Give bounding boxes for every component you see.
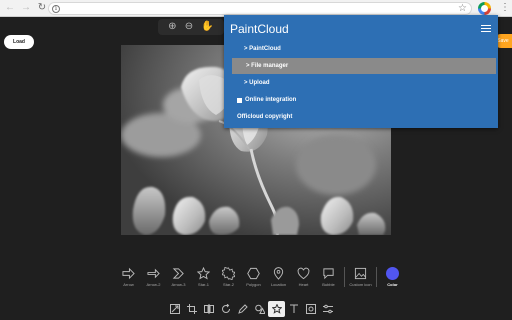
forward-icon[interactable]: → <box>20 2 32 14</box>
browser-menu-icon[interactable]: ⋮ <box>500 3 510 13</box>
shape-label: Star-1 <box>198 282 209 287</box>
heart-icon <box>297 267 310 280</box>
shape-label: Arrow-3 <box>171 282 186 287</box>
shape-label: Star-2 <box>223 282 234 287</box>
pencil-icon <box>237 304 248 314</box>
image-icon <box>354 267 367 280</box>
menu-item-label: Officloud copyright <box>237 114 293 120</box>
arrow-icon <box>122 267 135 280</box>
tool-text[interactable] <box>285 301 302 317</box>
save-label: Save <box>497 38 509 44</box>
shape-arrow-2[interactable]: Arrow-2 <box>141 267 166 287</box>
hamburger-icon[interactable] <box>481 25 491 32</box>
zoom-controls: ⊕ ⊖ ✋ <box>158 19 224 35</box>
bookmark-star-icon[interactable]: ☆ <box>458 3 467 15</box>
shape-star-2[interactable]: Star-2 <box>216 267 241 287</box>
menu-title: PaintCloud <box>230 22 289 36</box>
color-label: Color <box>387 282 398 287</box>
bubble-icon <box>323 268 334 280</box>
tool-filter[interactable] <box>319 301 336 317</box>
shape-bubble[interactable]: Bubble <box>316 267 341 287</box>
shape-polygon[interactable]: Polygon <box>241 267 266 287</box>
shape-label: Arrow <box>123 282 134 287</box>
shape-label: Polygon <box>246 282 261 287</box>
shapes-divider <box>344 267 345 287</box>
resize-icon <box>169 304 180 314</box>
menu-item-label: > Upload <box>244 80 270 86</box>
text-icon <box>289 304 298 313</box>
star-1-icon <box>197 267 210 280</box>
crop-icon <box>186 304 197 314</box>
star-tool-icon <box>271 304 282 314</box>
location-icon <box>273 267 284 280</box>
tool-mask[interactable] <box>302 301 319 317</box>
menu-item-online-integration[interactable]: Online integration <box>230 92 496 108</box>
menu-item-label: > PaintCloud <box>244 46 281 52</box>
tool-flip[interactable] <box>200 301 217 317</box>
menu-item-label: Online integration <box>245 97 297 103</box>
shape-location[interactable]: Location <box>266 267 291 287</box>
menu-item-copyright[interactable]: Officloud copyright <box>230 109 496 125</box>
paintcloud-menu: PaintCloud > PaintCloud > File manager >… <box>224 15 498 128</box>
tool-shape[interactable] <box>251 301 268 317</box>
shape-star-1[interactable]: Star-1 <box>191 267 216 287</box>
load-button[interactable]: Load <box>4 35 34 49</box>
hand-pan-icon[interactable]: ✋ <box>201 22 213 32</box>
reload-icon[interactable]: ↻ <box>36 2 48 14</box>
shapes-divider <box>376 267 377 287</box>
shape-label: Custom icon <box>349 282 372 287</box>
info-icon[interactable]: i <box>52 4 60 13</box>
main-tools-bar <box>166 301 336 317</box>
address-bar[interactable]: i ☆ <box>48 2 472 15</box>
shape-label: Heart <box>298 282 309 287</box>
menu-item-paintcloud[interactable]: > PaintCloud <box>230 41 496 57</box>
tool-icon[interactable] <box>268 301 285 317</box>
filter-sliders-icon <box>322 304 333 314</box>
shape-label: Bubble <box>322 282 335 287</box>
menu-item-upload[interactable]: > Upload <box>230 75 496 91</box>
shape-label: Location <box>270 282 287 287</box>
color-swatch <box>386 267 399 280</box>
shape-icon <box>254 304 265 314</box>
tool-draw[interactable] <box>234 301 251 317</box>
tool-resize[interactable] <box>166 301 183 317</box>
shape-label: Arrow-2 <box>146 282 161 287</box>
shape-heart[interactable]: Heart <box>291 267 316 287</box>
color-picker[interactable]: Color <box>380 267 405 287</box>
shape-custom-icon[interactable]: Custom icon <box>348 267 373 287</box>
zoom-in-icon[interactable]: ⊕ <box>168 22 176 32</box>
star-2-icon <box>222 267 235 280</box>
shape-arrow[interactable]: Arrow <box>116 267 141 287</box>
tool-rotate[interactable] <box>217 301 234 317</box>
shape-arrow-3[interactable]: Arrow-3 <box>166 267 191 287</box>
flip-icon <box>203 304 214 314</box>
menu-item-label: > File manager <box>246 63 289 69</box>
zoom-out-icon[interactable]: ⊖ <box>185 22 193 32</box>
arrow-3-icon <box>172 268 184 279</box>
extension-icon[interactable] <box>478 2 491 15</box>
polygon-icon <box>247 267 260 280</box>
menu-item-file-manager[interactable]: > File manager <box>232 58 496 74</box>
checkbox-icon[interactable] <box>237 97 242 103</box>
mask-icon <box>305 304 316 314</box>
back-icon[interactable]: ← <box>4 2 16 14</box>
shapes-toolbar: Arrow Arrow-2 Arrow-3 Star-1 Star-2 Poly… <box>116 267 405 291</box>
arrow-2-icon <box>147 268 160 279</box>
tool-crop[interactable] <box>183 301 200 317</box>
rotate-icon <box>221 304 230 313</box>
